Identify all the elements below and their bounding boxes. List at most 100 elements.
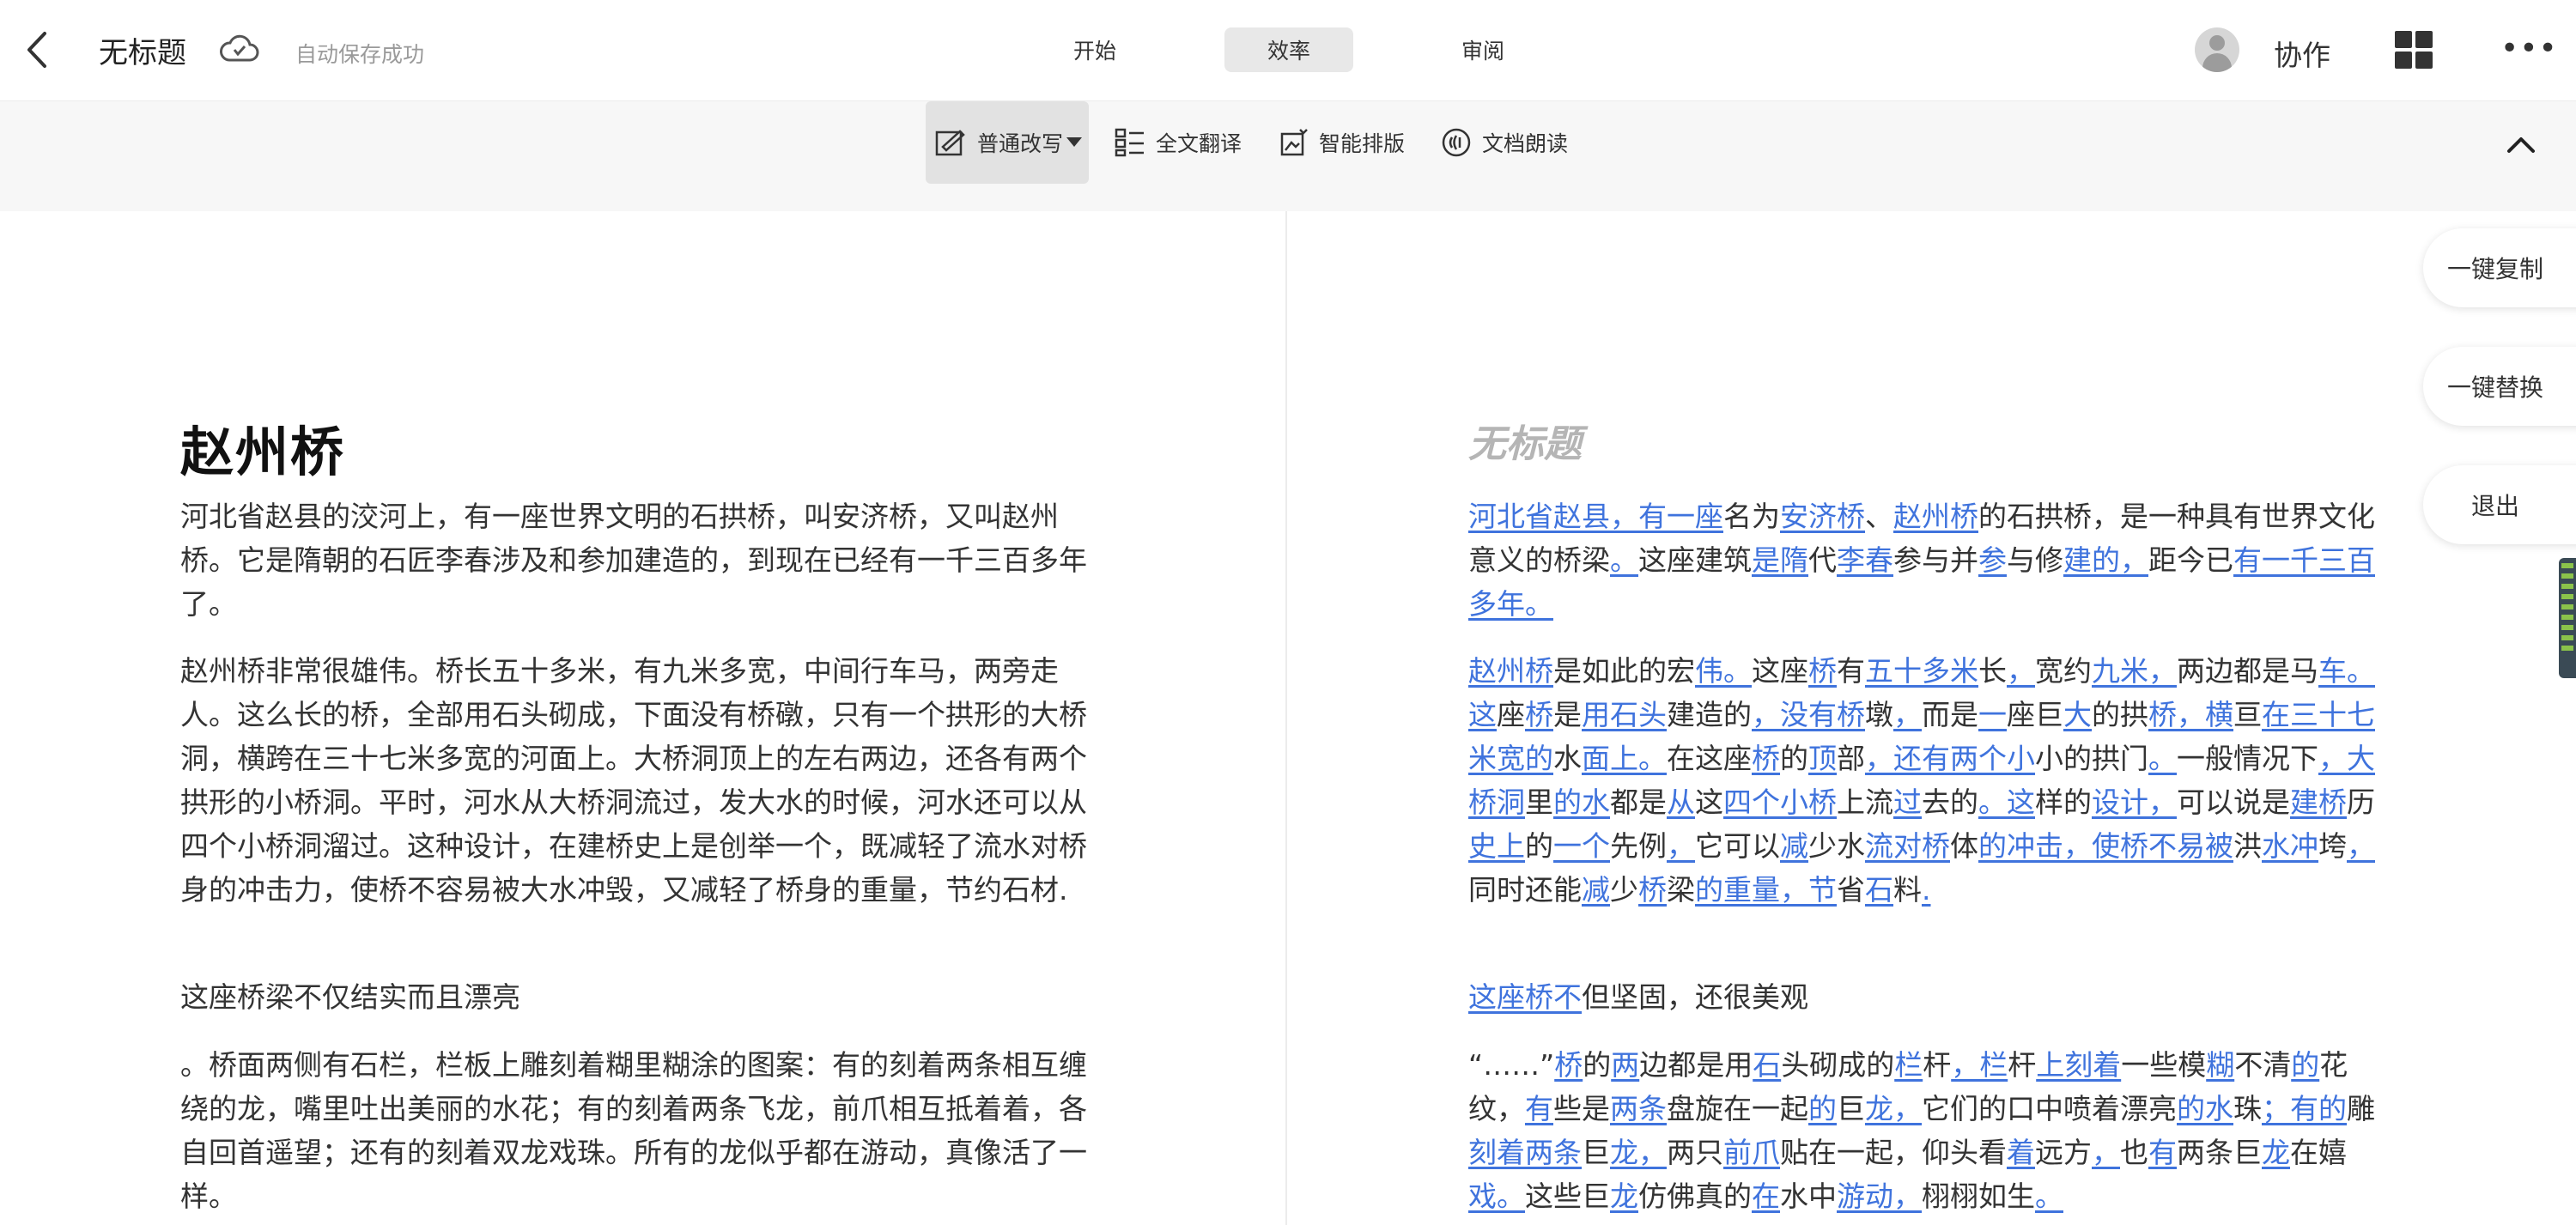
changed-segment[interactable]: 戏。 (1468, 1180, 1525, 1213)
changed-segment[interactable]: 在 (1752, 1180, 1780, 1213)
rewritten-paragraph-2[interactable]: 赵州桥是如此的宏伟。这座桥有五十多米长，宽约九米，两边都是马车。这座桥是用石头建… (1468, 649, 2387, 912)
tab-review[interactable]: 审阅 (1419, 27, 1547, 72)
tab-start[interactable]: 开始 (1030, 27, 1159, 72)
replace-all-button[interactable]: 一键替换 (2423, 347, 2576, 426)
changed-segment[interactable]: 河北省赵县，有一座 (1468, 500, 1723, 533)
tab-efficiency[interactable]: 效率 (1224, 27, 1353, 72)
paragraph-2[interactable]: 赵州桥非常很雄伟。桥长五十多米，有九米多宽，中间行车马，两旁走人。这么长的桥，全… (180, 649, 1091, 912)
back-icon[interactable] (17, 24, 57, 76)
changed-segment[interactable]: 史上 (1468, 829, 1525, 863)
changed-segment[interactable]: ， (1893, 698, 1922, 731)
changed-segment[interactable]: 赵州桥 (1893, 500, 1978, 533)
copy-all-button[interactable]: 一键复制 (2423, 228, 2576, 307)
changed-segment[interactable]: 。这 (1978, 785, 2035, 819)
changed-segment[interactable]: 前爪 (1723, 1136, 1780, 1169)
rewritten-paragraph-4[interactable]: “……”桥的两边都是用石头砌成的栏杆，栏杆上刻着一些模糊不清的花纹，有些是两条盘… (1468, 1043, 2387, 1218)
changed-segment[interactable]: 的冲击，使桥不易被 (1978, 829, 2233, 863)
changed-segment[interactable]: 伟。 (1695, 654, 1752, 688)
changed-segment[interactable]: 桥 (1554, 1048, 1583, 1082)
collapse-toolbar-icon[interactable] (2502, 129, 2540, 160)
changed-segment[interactable]: 建桥 (2290, 785, 2347, 819)
changed-segment[interactable]: 栏 (1894, 1048, 1923, 1082)
changed-segment[interactable]: 赵州桥 (1468, 654, 1553, 688)
changed-segment[interactable]: 龙 (1610, 1180, 1638, 1213)
changed-segment[interactable]: 桥 (1808, 654, 1837, 688)
changed-segment[interactable]: 过 (1893, 785, 1922, 819)
changed-segment[interactable]: 的重量，节 (1695, 873, 1837, 907)
paragraph-3[interactable]: 这座桥梁不仅结实而且漂亮 (180, 975, 1091, 1019)
changed-segment[interactable]: 桥 (1638, 873, 1667, 907)
document-title[interactable]: 无标题 (99, 29, 186, 71)
changed-segment[interactable]: 桥，横 (2148, 698, 2233, 731)
changed-segment[interactable]: 建的， (2063, 543, 2148, 577)
smart-layout-button[interactable]: 智能排版 (1279, 101, 1405, 184)
translate-button[interactable]: 全文翻译 (1115, 101, 1242, 184)
changed-segment[interactable]: 糊 (2206, 1048, 2234, 1082)
changed-segment[interactable]: 刻着两条 (1468, 1136, 1582, 1169)
changed-segment[interactable]: ， (2007, 654, 2035, 688)
changed-segment[interactable]: 的水 (1553, 785, 1610, 819)
avatar[interactable] (2195, 27, 2239, 72)
rewrite-button[interactable]: 普通改写 (926, 101, 1089, 184)
side-widget[interactable] (2559, 558, 2576, 678)
read-aloud-button[interactable]: 文档朗读 (1441, 101, 1568, 184)
changed-segment[interactable]: 安济桥 (1780, 500, 1865, 533)
changed-segment[interactable]: 的 (2291, 1048, 2319, 1082)
changed-segment[interactable]: 五十多米 (1865, 654, 1978, 688)
changed-segment[interactable]: 桥 (1752, 742, 1780, 775)
apps-grid-icon[interactable] (2395, 31, 2433, 69)
changed-segment[interactable]: 一 (1978, 698, 2007, 731)
changed-segment[interactable]: 龙 (2262, 1136, 2290, 1169)
doc-heading[interactable]: 赵州桥 (180, 409, 345, 486)
changed-segment[interactable]: ， (1667, 829, 1695, 863)
changed-segment[interactable]: 龙， (1865, 1092, 1922, 1125)
changed-segment[interactable]: 两条 (1610, 1092, 1667, 1125)
changed-segment[interactable]: . (1922, 873, 1931, 907)
changed-segment[interactable]: 。 (1610, 543, 1638, 577)
changed-segment[interactable]: 一个 (1553, 829, 1610, 863)
changed-segment[interactable]: 四个小桥 (1723, 785, 1837, 819)
cloud-sync-icon[interactable] (219, 33, 260, 67)
changed-segment[interactable]: ，还有两个小 (1865, 742, 2035, 775)
changed-segment[interactable]: 参 (1978, 543, 2007, 577)
collaborate-button[interactable]: 协作 (2274, 33, 2330, 74)
changed-segment[interactable]: ， (2092, 1136, 2120, 1169)
changed-segment[interactable]: 石 (1865, 873, 1893, 907)
changed-segment[interactable]: 。 (2035, 1180, 2063, 1213)
changed-segment[interactable]: 减 (1780, 829, 1808, 863)
changed-segment[interactable]: 上刻着 (2036, 1048, 2121, 1082)
changed-segment[interactable]: 的水 (2177, 1092, 2233, 1125)
changed-segment[interactable]: ，栏 (1951, 1048, 2008, 1082)
changed-segment[interactable]: 设计， (2092, 785, 2177, 819)
changed-segment[interactable]: 减 (1582, 873, 1610, 907)
changed-segment[interactable]: 用石头 (1582, 698, 1667, 731)
changed-segment[interactable]: 游动， (1837, 1180, 1922, 1213)
pane-divider[interactable] (1285, 211, 1287, 1225)
changed-segment[interactable]: 两 (1611, 1048, 1639, 1082)
changed-segment[interactable]: 李春 (1837, 543, 1893, 577)
paragraph-1[interactable]: 河北省赵县的洨河上，有一座世界文明的石拱桥，叫安济桥，又叫赵州桥。它是隋朝的石匠… (180, 494, 1091, 626)
changed-segment[interactable]: ，没有桥 (1752, 698, 1865, 731)
changed-segment[interactable]: 着 (2007, 1136, 2035, 1169)
rewritten-paragraph-3[interactable]: 这座桥不但坚固，还很美观 (1468, 975, 2387, 1019)
changed-segment[interactable]: 面上。 (1582, 742, 1667, 775)
changed-segment[interactable]: 有 (1525, 1092, 1553, 1125)
changed-segment[interactable]: 这座桥不 (1468, 980, 1582, 1014)
more-icon[interactable]: ••• (2500, 31, 2558, 66)
exit-button[interactable]: 退出 (2423, 465, 2576, 544)
changed-segment[interactable]: ；有的 (2262, 1092, 2347, 1125)
changed-segment[interactable]: 。 (2148, 742, 2177, 775)
paragraph-4[interactable]: 。桥面两侧有石栏，栏板上雕刻着糊里糊涂的图案：有的刻着两条相互缠绕的龙，嘴里吐出… (180, 1043, 1091, 1218)
changed-segment[interactable]: 桥 (1525, 698, 1553, 731)
changed-segment[interactable]: 石 (1753, 1048, 1781, 1082)
changed-segment[interactable]: ， (2347, 829, 2375, 863)
changed-segment[interactable]: 龙， (1610, 1136, 1667, 1169)
rewritten-paragraph-1[interactable]: 河北省赵县，有一座名为安济桥、赵州桥的石拱桥，是一种具有世界文化意义的桥梁。这座… (1468, 494, 2387, 626)
changed-segment[interactable]: 有 (2148, 1136, 2177, 1169)
changed-segment[interactable]: 九米， (2092, 654, 2177, 688)
changed-segment[interactable]: 从 (1667, 785, 1695, 819)
changed-segment[interactable]: 是隋 (1752, 543, 1808, 577)
changed-segment[interactable]: 顶 (1808, 742, 1837, 775)
changed-segment[interactable]: 的 (1808, 1092, 1837, 1125)
changed-segment[interactable]: 流对桥 (1865, 829, 1950, 863)
